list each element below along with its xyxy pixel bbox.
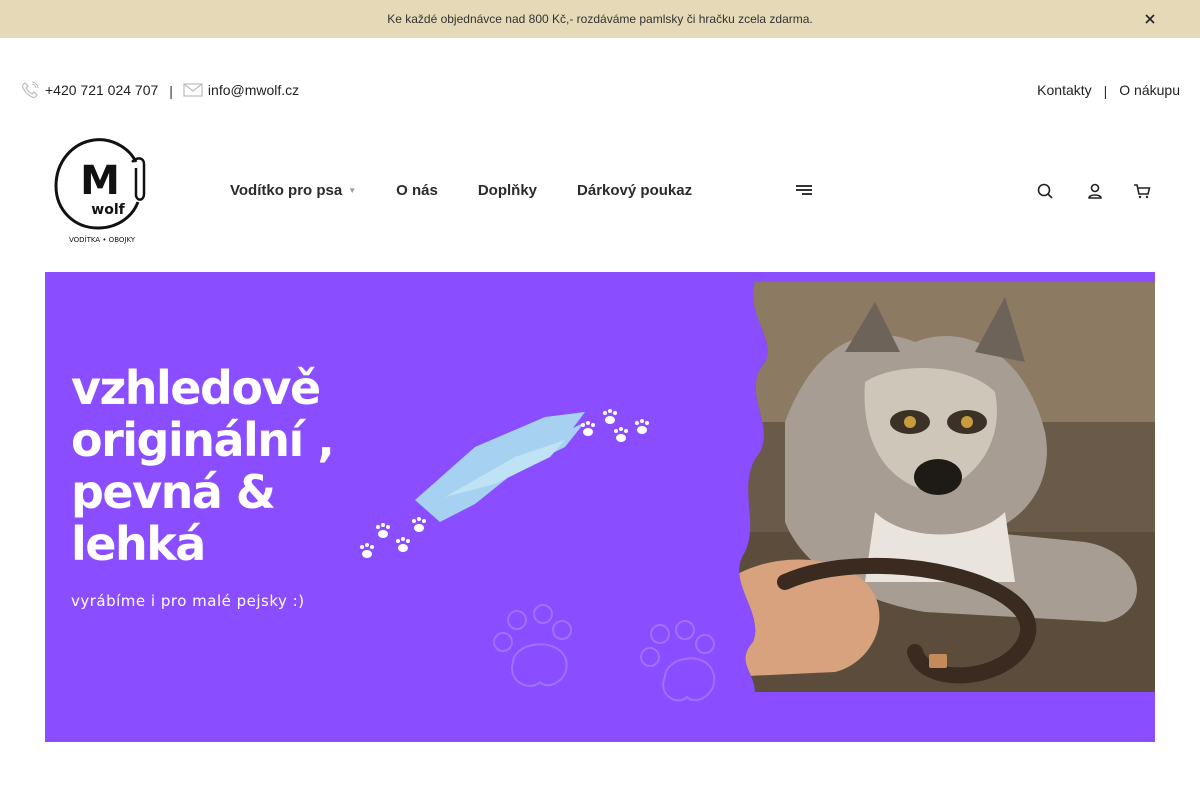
announcement-bar: Ke každé objednávce nad 800 Kč,- rozdává… [0, 0, 1200, 38]
nav-item-leashes[interactable]: Vodítko pro psa ▼ [230, 182, 356, 199]
contact-info: +420 721 024 707 | info@mwolf.cz [20, 81, 299, 99]
phone-link[interactable]: +420 721 024 707 [45, 82, 158, 98]
mail-icon [183, 83, 203, 97]
contacts-link[interactable]: Kontakty [1037, 82, 1091, 98]
hero-title-line: lehká [71, 517, 206, 571]
separator: | [169, 83, 173, 99]
dog-photo [739, 282, 1155, 692]
hero-title-line: originální , [71, 413, 335, 467]
logo-letter: M [80, 158, 120, 204]
logo-word: wolf [91, 202, 125, 218]
hero-subtitle: vyrábíme i pro malé pejsky :) [71, 592, 305, 610]
chevron-down-icon: ▼ [348, 186, 357, 195]
close-icon[interactable] [1144, 13, 1156, 25]
nav-item-accessories[interactable]: Doplňky [478, 182, 537, 199]
hero-banner[interactable]: vzhledově originální , pevná & lehká vyr… [45, 272, 1155, 742]
nav-label: O nás [396, 182, 438, 199]
nav-label: Doplňky [477, 182, 538, 199]
hero-title-line: vzhledově [71, 361, 321, 415]
hero-title-line: pevná & [71, 465, 276, 519]
hero-title: vzhledově originální , pevná & lehká [71, 361, 335, 571]
main-nav: Vodítko pro psa ▼ O nás Doplňky Dárkový … [230, 182, 732, 199]
logo[interactable]: M wolf VODÍTKA • OBOJKY [50, 134, 152, 248]
menu-icon[interactable] [796, 185, 814, 199]
nav-item-gift-voucher[interactable]: Dárkový poukaz [577, 182, 692, 199]
phone-icon [22, 81, 39, 98]
announcement-text: Ke každé objednávce nad 800 Kč,- rozdává… [387, 12, 813, 26]
nav-label: Vodítko pro psa [230, 182, 343, 199]
top-links: Kontakty | O nákupu [1037, 82, 1180, 99]
user-icon[interactable] [1086, 182, 1104, 200]
email-link[interactable]: info@mwolf.cz [208, 82, 299, 98]
about-shopping-link[interactable]: O nákupu [1119, 82, 1180, 98]
search-icon[interactable] [1036, 182, 1054, 200]
nav-label: Dárkový poukaz [577, 182, 693, 199]
contact-bar: +420 721 024 707 | info@mwolf.cz Kontakt… [20, 78, 1180, 102]
logo-tagline: VODÍTKA • OBOJKY [69, 235, 136, 244]
separator: | [1103, 83, 1108, 99]
cart-icon[interactable] [1133, 182, 1151, 200]
nav-item-about[interactable]: O nás [396, 182, 438, 199]
